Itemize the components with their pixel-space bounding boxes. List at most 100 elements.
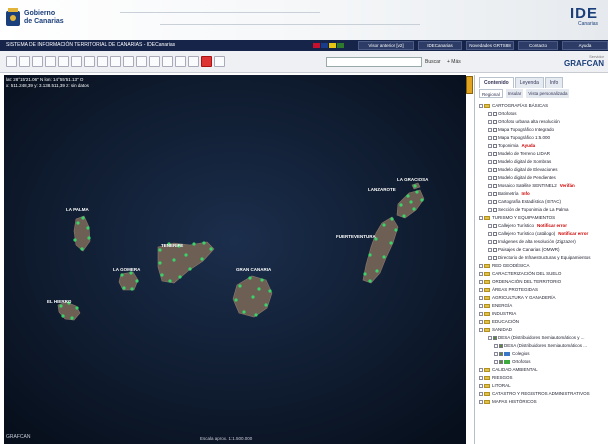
- layer-item[interactable]: Callejero Turístico Notificar error: [479, 222, 608, 230]
- layer-group[interactable]: ENERGÍA: [479, 302, 608, 310]
- expand-toggle-icon[interactable]: [479, 288, 483, 292]
- poi-marker[interactable]: [409, 200, 413, 204]
- expand-toggle-icon[interactable]: [488, 232, 492, 236]
- poi-marker[interactable]: [86, 226, 90, 230]
- expand-toggle-icon[interactable]: [479, 272, 483, 276]
- layer-checkbox[interactable]: [493, 176, 497, 180]
- layer-item[interactable]: Ortofotos: [479, 358, 608, 366]
- poi-marker[interactable]: [135, 279, 139, 283]
- zoom-slider[interactable]: [466, 76, 473, 94]
- poi-marker[interactable]: [402, 214, 406, 218]
- layer-item[interactable]: Paisajes de Canarias (OMWR): [479, 246, 608, 254]
- search-input[interactable]: [326, 57, 422, 67]
- layer-checkbox[interactable]: [493, 224, 497, 228]
- zoom-in-tool-icon[interactable]: [19, 56, 30, 67]
- tab-leyenda[interactable]: Leyenda: [514, 77, 544, 88]
- layer-link[interactable]: Notificar error: [537, 222, 567, 230]
- nav-idecanarias[interactable]: IDECanarias: [418, 41, 462, 50]
- expand-toggle-icon[interactable]: [479, 368, 483, 372]
- expand-toggle-icon[interactable]: [488, 152, 492, 156]
- layer-item[interactable]: Modelo digital de Sombras: [479, 158, 608, 166]
- layer-group[interactable]: CARACTERIZACIÓN DEL SUELO: [479, 270, 608, 278]
- poi-marker[interactable]: [73, 238, 77, 242]
- poi-marker[interactable]: [200, 257, 204, 261]
- tab-info[interactable]: Info: [544, 77, 564, 88]
- pdf-icon[interactable]: [201, 56, 212, 67]
- expand-toggle-icon[interactable]: [494, 352, 498, 356]
- layer-checkbox[interactable]: [499, 352, 503, 356]
- poi-marker[interactable]: [172, 258, 176, 262]
- language-flag-icon[interactable]: [329, 43, 336, 48]
- layer-group[interactable]: ORDENACIÓN DEL TERRITORIO: [479, 278, 608, 286]
- zoom-out-tool-icon[interactable]: [32, 56, 43, 67]
- expand-toggle-icon[interactable]: [479, 312, 483, 316]
- layer-item[interactable]: Mapa Topográfico 1:5.000: [479, 134, 608, 142]
- expand-toggle-icon[interactable]: [488, 128, 492, 132]
- layer-checkbox[interactable]: [493, 336, 497, 340]
- layer-group[interactable]: CALIDAD AMBIENTAL: [479, 366, 608, 374]
- poi-marker[interactable]: [257, 287, 261, 291]
- expand-toggle-icon[interactable]: [488, 176, 492, 180]
- expand-toggle-icon[interactable]: [488, 144, 492, 148]
- poi-marker[interactable]: [382, 255, 386, 259]
- ide-canarias-logo[interactable]: IDE Canarias: [570, 6, 598, 27]
- poi-marker[interactable]: [168, 279, 172, 283]
- poi-marker[interactable]: [192, 242, 196, 246]
- expand-toggle-icon[interactable]: [488, 136, 492, 140]
- expand-toggle-icon[interactable]: [488, 184, 492, 188]
- layer-checkbox[interactable]: [493, 136, 497, 140]
- layer-group[interactable]: MAPAS HISTÓRICOS: [479, 398, 608, 406]
- expand-toggle-icon[interactable]: [479, 304, 483, 308]
- poi-marker[interactable]: [158, 261, 162, 265]
- expand-toggle-icon[interactable]: [479, 400, 483, 404]
- poi-marker[interactable]: [242, 310, 246, 314]
- poi-marker[interactable]: [420, 198, 424, 202]
- poi-marker[interactable]: [122, 286, 126, 290]
- subtab-insular[interactable]: Insular: [505, 89, 524, 98]
- layer-item[interactable]: Mosaico Satélite SENTINEL2 Verifán: [479, 182, 608, 190]
- layer-item[interactable]: Ortofoto urbana alta resolución: [479, 118, 608, 126]
- expand-toggle-icon[interactable]: [488, 336, 492, 340]
- expand-toggle-icon[interactable]: [488, 168, 492, 172]
- poi-marker[interactable]: [188, 267, 192, 271]
- share-icon[interactable]: [162, 56, 173, 67]
- layer-item[interactable]: Mapa Topográfico Integrado: [479, 126, 608, 134]
- layer-link[interactable]: Verifán: [560, 182, 575, 190]
- poi-marker[interactable]: [260, 278, 264, 282]
- expand-toggle-icon[interactable]: [488, 256, 492, 260]
- poi-marker[interactable]: [251, 295, 255, 299]
- poi-marker[interactable]: [368, 253, 372, 257]
- poi-marker[interactable]: [81, 216, 85, 220]
- gobierno-canarias-logo[interactable]: [5, 7, 21, 29]
- measure-distance-icon[interactable]: [97, 56, 108, 67]
- layer-group[interactable]: CATASTRO Y REGISTROS ADMINISTRATIVOS: [479, 390, 608, 398]
- layer-checkbox[interactable]: [493, 232, 497, 236]
- more-options-button[interactable]: + Más: [447, 57, 473, 67]
- subtab-vista-personalizada[interactable]: Vista personalizada: [526, 89, 570, 98]
- print-icon[interactable]: [136, 56, 147, 67]
- expand-toggle-icon[interactable]: [479, 328, 483, 332]
- previous-view-icon[interactable]: [58, 56, 69, 67]
- grafcan-logo[interactable]: Servidor GRAFCAN: [564, 54, 604, 68]
- expand-toggle-icon[interactable]: [479, 264, 483, 268]
- layer-group[interactable]: SANIDAD: [479, 326, 608, 334]
- poi-marker[interactable]: [415, 190, 419, 194]
- poi-marker[interactable]: [368, 279, 372, 283]
- expand-toggle-icon[interactable]: [479, 376, 483, 380]
- layer-checkbox[interactable]: [499, 344, 503, 348]
- poi-marker[interactable]: [75, 306, 79, 310]
- poi-marker[interactable]: [178, 275, 182, 279]
- expand-toggle-icon[interactable]: [488, 200, 492, 204]
- layer-item[interactable]: Toponimia Ayuda: [479, 142, 608, 150]
- measure-area-icon[interactable]: [110, 56, 121, 67]
- language-flags[interactable]: [313, 43, 344, 48]
- download-icon[interactable]: [175, 56, 186, 67]
- expand-toggle-icon[interactable]: [488, 248, 492, 252]
- layer-checkbox[interactable]: [493, 200, 497, 204]
- poi-marker[interactable]: [158, 248, 162, 252]
- poi-marker[interactable]: [375, 269, 379, 273]
- layer-item[interactable]: Modelo digital de Elevaciones: [479, 166, 608, 174]
- layer-item[interactable]: Ortofotos: [479, 110, 608, 118]
- help-icon[interactable]: [214, 56, 225, 67]
- layer-checkbox[interactable]: [493, 128, 497, 132]
